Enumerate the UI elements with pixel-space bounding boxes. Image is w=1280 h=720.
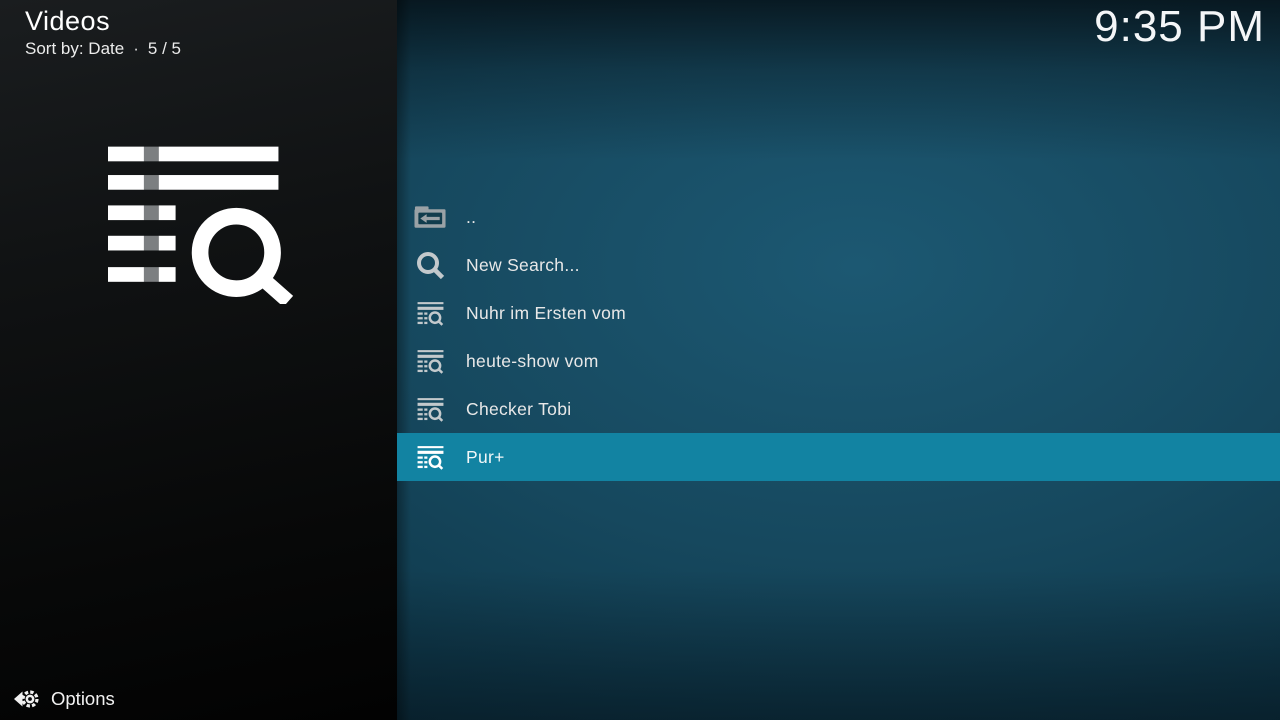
saved-search-icon [414,395,447,424]
saved-search-icon [414,443,447,472]
file-list: .. New Search... [397,193,1280,481]
list-item-parent-folder[interactable]: .. [397,193,1280,241]
sort-label: Sort by: Date [25,39,124,58]
item-count: 5 / 5 [148,39,181,58]
list-item-saved-search[interactable]: heute-show vom [397,337,1280,385]
sidebar-panel: Videos Sort by: Date · 5 / 5 [0,0,397,720]
page-header: Videos Sort by: Date · 5 / 5 [25,6,181,59]
clock: 9:35 PM [1094,2,1265,52]
options-gear-icon [13,687,40,711]
options-label: Options [51,688,115,710]
list-item-saved-search[interactable]: Checker Tobi [397,385,1280,433]
separator-dot: · [133,39,139,58]
folder-back-icon [414,205,447,230]
saved-search-icon [414,299,447,328]
saved-search-icon [414,347,447,376]
kodi-screen: 9:35 PM .. [0,0,1280,720]
search-icon [414,250,447,281]
list-item-saved-search[interactable]: Nuhr im Ersten vom [397,289,1280,337]
list-item-label: Nuhr im Ersten vom [466,303,626,324]
content-area: 9:35 PM .. [397,0,1280,720]
list-item-label: .. [466,207,476,228]
list-item-label: Pur+ [466,447,505,468]
sort-status: Sort by: Date · 5 / 5 [25,39,181,59]
list-item-label: New Search... [466,255,580,276]
list-item-label: heute-show vom [466,351,599,372]
page-title: Videos [25,6,181,37]
options-button[interactable]: Options [13,687,115,711]
list-item-new-search[interactable]: New Search... [397,241,1280,289]
list-item-label: Checker Tobi [466,399,571,420]
list-item-selected[interactable]: Pur+ [397,433,1280,481]
saved-search-artwork-icon [108,146,300,309]
